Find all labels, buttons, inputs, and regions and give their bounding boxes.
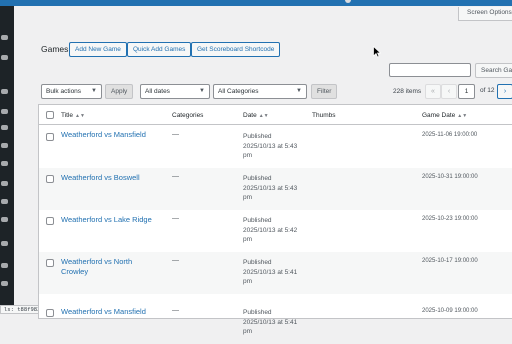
quick-add-games-button[interactable]: Quick Add Games	[127, 42, 192, 57]
page-title: Games	[41, 44, 69, 54]
date-suffix: pm	[243, 194, 253, 201]
mouse-cursor-icon	[373, 46, 381, 58]
date-value: 2025/10/13 at 5:42	[243, 226, 298, 234]
sort-icon: ▲▼	[75, 113, 85, 119]
media-icon[interactable]	[0, 88, 12, 95]
date-suffix: pm	[243, 152, 253, 159]
games-icon[interactable]	[0, 142, 12, 149]
prev-page-button[interactable]: ‹	[441, 84, 457, 99]
extra-menu-icon[interactable]	[0, 280, 12, 287]
search-games-button[interactable]: Search Ga	[475, 63, 512, 78]
dates-select[interactable]: All dates ▼	[140, 84, 210, 99]
sort-icon: ▲▼	[457, 113, 468, 119]
next-page-button[interactable]: ›	[497, 84, 512, 99]
date-cell: Published 2025/10/13 at 5:41 pm	[243, 308, 303, 337]
category-cell: —	[172, 215, 179, 222]
collapse-menu-icon[interactable]	[0, 262, 12, 269]
category-cell: —	[172, 131, 179, 138]
items-count: 228 items	[393, 88, 422, 95]
posts-icon[interactable]	[0, 54, 12, 61]
row-checkbox[interactable]	[46, 175, 54, 183]
table-row: Weatherford vs Boswell — Published 2025/1…	[39, 168, 512, 210]
chevron-down-icon: ▼	[296, 88, 302, 94]
row-checkbox[interactable]	[46, 259, 54, 267]
game-title-link[interactable]: Weatherford vs Mansfield	[61, 307, 161, 317]
game-date-cell: 2025-10-17 19:00:00	[422, 258, 478, 264]
total-pages: of 12	[480, 87, 495, 94]
dashboard-icon[interactable]	[0, 34, 12, 41]
date-cell: Published 2025/10/13 at 5:42 pm	[243, 216, 303, 245]
sort-icon: ▲▼	[258, 113, 269, 119]
admin-top-bar	[0, 0, 512, 6]
game-title-link[interactable]: Weatherford vs Mansfield	[61, 130, 161, 140]
date-status: Published	[243, 133, 272, 140]
date-cell: Published 2025/10/13 at 5:43 pm	[243, 174, 303, 203]
column-game-date-label: Game Date	[422, 112, 456, 119]
first-page-button[interactable]: «	[425, 84, 441, 99]
users-icon[interactable]	[0, 198, 12, 205]
bulk-actions-select[interactable]: Bulk actions ▼	[41, 84, 102, 99]
date-value: 2025/10/13 at 5:43	[243, 184, 298, 192]
apply-button[interactable]: Apply	[105, 84, 134, 99]
row-checkbox[interactable]	[46, 217, 54, 225]
appearance-icon[interactable]	[0, 160, 12, 167]
game-title-link[interactable]: Weatherford vs North Crowley	[61, 257, 145, 277]
table-header: Title ▲▼ Categories Date ▲▼ Thumbs Game Da…	[39, 105, 512, 125]
category-cell: —	[172, 173, 179, 180]
screen-options-button[interactable]: Screen Options	[458, 7, 512, 21]
settings-icon[interactable]	[0, 240, 12, 247]
get-scoreboard-shortcode-button[interactable]: Get Scoreboard Shortcode	[191, 42, 281, 57]
categories-value: All Categories	[218, 88, 259, 95]
date-status: Published	[243, 259, 272, 266]
comments-icon[interactable]	[0, 124, 12, 131]
admin-bar-tab	[345, 0, 351, 3]
current-page-input[interactable]: 1	[458, 84, 475, 99]
date-suffix: pm	[243, 328, 253, 335]
game-title-link[interactable]: Weatherford vs Boswell	[61, 173, 161, 183]
row-checkbox[interactable]	[46, 133, 54, 141]
table-row: Weatherford vs Mansfield — Published 2025…	[39, 302, 512, 344]
plugins-icon[interactable]	[0, 180, 12, 187]
pages-icon[interactable]	[0, 108, 12, 115]
row-checkbox[interactable]	[46, 309, 54, 317]
game-date-cell: 2025-10-23 19:00:00	[422, 216, 478, 222]
select-all-checkbox[interactable]	[46, 111, 54, 119]
table-row: Weatherford vs Mansfield — Published 2025…	[39, 126, 512, 168]
chevron-down-icon: ▼	[91, 88, 97, 94]
column-title-label: Title	[61, 112, 74, 119]
table-row: Weatherford vs Lake Ridge — Published 202…	[39, 210, 512, 252]
date-cell: Published 2025/10/13 at 5:41 pm	[243, 258, 303, 287]
column-date-label: Date	[243, 112, 257, 119]
column-game-date[interactable]: Game Date ▲▼	[422, 111, 467, 121]
date-value: 2025/10/13 at 5:43	[243, 142, 298, 150]
bulk-actions-value: Bulk actions	[46, 88, 82, 95]
admin-sidebar	[0, 6, 14, 313]
game-title-link[interactable]: Weatherford vs Lake Ridge	[61, 215, 161, 225]
add-new-game-button[interactable]: Add New Game	[69, 42, 127, 57]
table-row: Weatherford vs North Crowley — Published…	[39, 252, 512, 294]
date-suffix: pm	[243, 236, 253, 243]
dates-value: All dates	[145, 88, 170, 95]
date-status: Published	[243, 175, 272, 182]
date-value: 2025/10/13 at 5:41	[243, 318, 298, 326]
categories-select[interactable]: All Categories ▼	[213, 84, 307, 99]
column-date[interactable]: Date ▲▼	[243, 111, 269, 121]
column-title[interactable]: Title ▲▼	[61, 111, 85, 121]
games-table: Title ▲▼ Categories Date ▲▼ Thumbs Game Da…	[38, 104, 512, 335]
search-input[interactable]	[389, 63, 471, 77]
column-thumbs: Thumbs	[312, 112, 336, 119]
filter-button[interactable]: Filter	[311, 84, 338, 99]
game-date-cell: 2025-10-31 19:00:00	[422, 174, 478, 180]
date-value: 2025/10/13 at 5:41	[243, 268, 298, 276]
date-cell: Published 2025/10/13 at 5:43 pm	[243, 132, 303, 161]
date-status: Published	[243, 217, 272, 224]
date-suffix: pm	[243, 278, 253, 285]
chevron-down-icon: ▼	[199, 88, 205, 94]
tools-icon[interactable]	[0, 216, 12, 223]
game-date-cell: 2025-10-09 19:00:00	[422, 308, 478, 314]
game-date-cell: 2025-11-06 19:00:00	[422, 132, 478, 138]
category-cell: —	[172, 257, 179, 264]
column-categories: Categories	[172, 112, 204, 119]
